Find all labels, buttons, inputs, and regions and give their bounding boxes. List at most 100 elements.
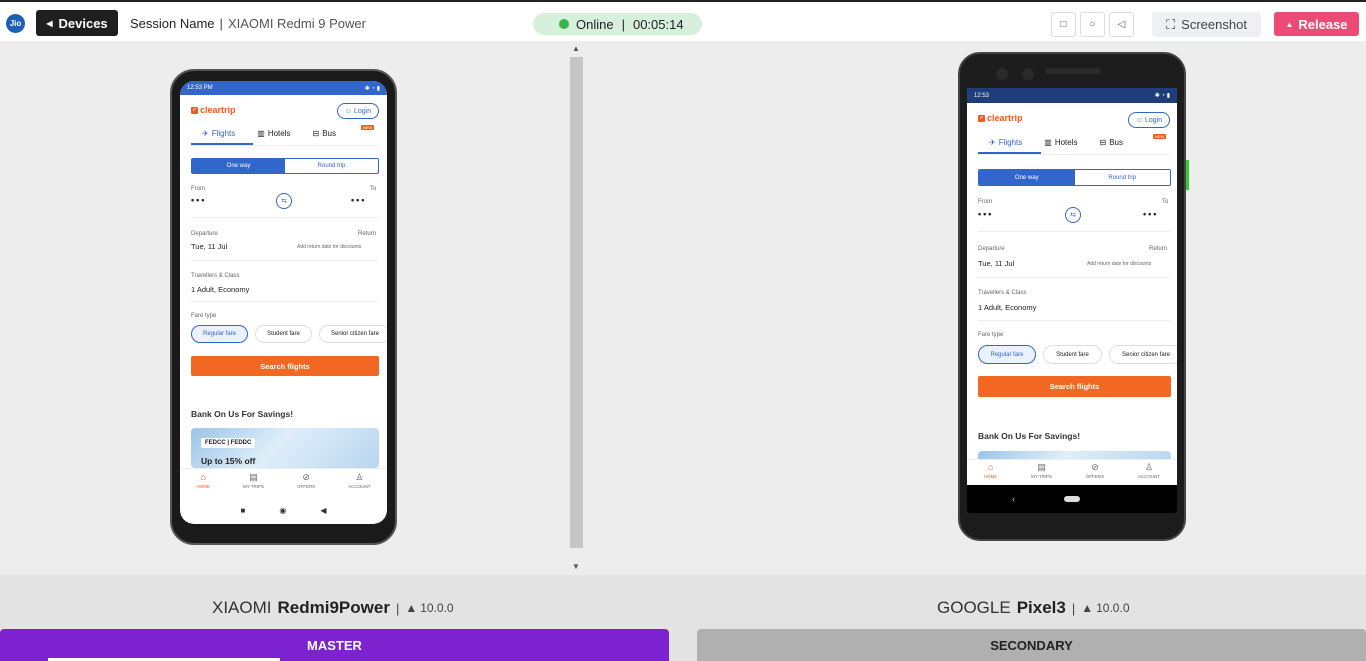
divider [191, 260, 378, 261]
return-hint[interactable]: Add return date for discounts [297, 244, 361, 250]
divider [978, 231, 1170, 232]
swap-icon[interactable]: ⇆ [1065, 207, 1081, 223]
phone-screen-pixel[interactable]: 12:53 ✱ ◔ ▮ ✓ cleartrip ☺ Login ✈ Flights ▥… [967, 88, 1177, 513]
round-trip-option[interactable]: Round trip [285, 159, 378, 173]
nav-offers[interactable]: ⊘ OFFERS [1086, 463, 1104, 486]
jio-logo: Jio [6, 14, 25, 33]
devices-button[interactable]: ◀ Devices [36, 10, 118, 36]
nav-account[interactable]: ♙ ACCOUNT [348, 473, 370, 496]
bottom-nav: ⌂ HOME ▤ MY TRIPS ⊘ OFFERS ♙ ACCOUNT [967, 459, 1177, 486]
os-version: ▲ 10.0.0 [405, 601, 453, 615]
one-way-option[interactable]: One way [192, 159, 285, 173]
circle-icon: ○ [1089, 19, 1096, 30]
scroll-down-icon[interactable]: ▼ [572, 562, 580, 571]
nav-offers-label: OFFERS [297, 484, 316, 489]
student-fare-chip[interactable]: Student fare [1043, 345, 1102, 364]
nav-offers[interactable]: ⊘ OFFERS [297, 473, 315, 496]
nav-offers-label: OFFERS [1085, 474, 1105, 479]
to-field[interactable]: ••• [1143, 209, 1158, 219]
home-button-icon[interactable]: ◉ [279, 506, 286, 515]
tab-bus-label: Bus [1109, 138, 1124, 147]
senior-citizen-fare-chip[interactable]: Senior citizen fare [319, 325, 387, 343]
round-trip-option[interactable]: Round trip [1075, 170, 1171, 185]
login-button[interactable]: ☺ Login [1128, 112, 1170, 128]
travellers-value[interactable]: 1 Adult, Economy [191, 285, 249, 294]
secondary-role-tab[interactable]: SECONDARY [697, 629, 1366, 661]
travellers-value[interactable]: 1 Adult, Economy [978, 303, 1036, 312]
return-label: Return [358, 231, 377, 237]
screenshot-button[interactable]: ⛶ Screenshot [1152, 12, 1261, 37]
tab-hotels[interactable]: ▥ Hotels [257, 129, 290, 138]
status-icons: ✱ ◔ ▮ [364, 85, 380, 92]
cleartrip-logo: ✓ cleartrip [978, 113, 1023, 123]
front-camera-icon [1022, 68, 1034, 80]
divider [191, 145, 378, 146]
from-field[interactable]: ••• [978, 209, 993, 219]
one-way-option[interactable]: One way [979, 170, 1075, 185]
hotel-icon: ▥ [257, 129, 265, 138]
login-button-label: Login [1145, 116, 1163, 124]
departure-date[interactable]: Tue, 11 Jul [191, 242, 227, 251]
divider [191, 301, 378, 302]
recents-icon[interactable]: ■ [241, 506, 246, 515]
regular-fare-chip[interactable]: Regular fare [978, 345, 1036, 364]
nav-home-label: HOME [983, 474, 998, 479]
student-fare-chip[interactable]: Student fare [255, 325, 312, 343]
tab-flights[interactable]: ✈ Flights [202, 129, 235, 138]
android-nav-bar: ■ ◉ ◀ [180, 501, 387, 519]
circle-home-button[interactable]: ○ [1080, 12, 1105, 37]
home-pill-icon[interactable] [1064, 496, 1080, 502]
login-button[interactable]: ☺ Login [337, 103, 379, 119]
os-version: ▲ 10.0.0 [1081, 601, 1129, 615]
triangle-back-button[interactable]: ◁ [1109, 12, 1134, 37]
status-time: 12:53 [974, 92, 990, 99]
tab-bus[interactable]: ⊟ Bus [1100, 138, 1124, 147]
cleartrip-logo: ✓ cleartrip [191, 105, 236, 115]
senior-citizen-fare-chip[interactable]: Senior citizen fare [1109, 345, 1177, 364]
swap-icon[interactable]: ⇆ [276, 193, 292, 209]
back-arrow-icon: ◀ [46, 18, 53, 28]
nav-account[interactable]: ♙ ACCOUNT [1138, 463, 1160, 486]
square-overview-button[interactable]: □ [1051, 12, 1076, 37]
scroll-up-icon[interactable]: ▲ [572, 44, 580, 53]
android-icon: ▲ [1081, 601, 1094, 615]
panel-splitter[interactable] [570, 57, 583, 548]
master-role-tab[interactable]: MASTER [0, 629, 669, 661]
tab-hotels[interactable]: ▥ Hotels [1044, 138, 1077, 147]
devices-button-label: Devices [58, 15, 108, 31]
to-field[interactable]: ••• [351, 195, 366, 205]
offer-banner[interactable]: FEDCC | FEDDC Up to 15% off [191, 428, 379, 468]
nav-home[interactable]: ⌂ HOME [196, 473, 210, 496]
device-brand: GOOGLE [937, 598, 1011, 617]
from-field[interactable]: ••• [191, 195, 206, 205]
front-camera-icon [996, 68, 1008, 80]
nav-home[interactable]: ⌂ HOME [984, 463, 998, 486]
phone-screen-xiaomi[interactable]: 12:53 PM ✱ ◔ ▮ ✓ cleartrip ☺ Login ✈ Flight… [180, 81, 387, 524]
android-icon: ▲ [405, 601, 418, 615]
departure-date[interactable]: Tue, 11 Jul [978, 259, 1014, 268]
bank-offers-heading: Bank On Us For Savings! [191, 409, 294, 419]
divider [191, 217, 378, 218]
search-flights-button[interactable]: Search flights [978, 376, 1171, 397]
regular-fare-chip[interactable]: Regular fare [191, 325, 248, 343]
offers-icon: ⊘ [1091, 462, 1099, 472]
tab-bus[interactable]: ⊟ Bus [313, 129, 337, 138]
phone-xiaomi: 12:53 PM ✱ ◔ ▮ ✓ cleartrip ☺ Login ✈ Flight… [170, 69, 397, 545]
bank-offers-heading: Bank On Us For Savings! [978, 431, 1081, 441]
banner-offer: Up to 15% off [201, 456, 256, 466]
nav-my-trips-label: MY TRIPS [242, 484, 265, 489]
screenshot-label: Screenshot [1181, 17, 1247, 32]
trip-type-toggle: One way Round trip [978, 169, 1171, 186]
back-icon[interactable]: ‹ [1012, 494, 1015, 504]
release-button[interactable]: ▲ Release [1274, 12, 1359, 36]
return-hint[interactable]: Add return date for discounts [1087, 261, 1151, 267]
tab-flights[interactable]: ✈ Flights [989, 138, 1022, 147]
session-name: Session Name | XIAOMI Redmi 9 Power [130, 16, 366, 31]
nav-my-trips[interactable]: ▤ MY TRIPS [1031, 463, 1052, 486]
back-icon[interactable]: ◀ [320, 506, 326, 515]
scroll-indicator [1186, 160, 1189, 190]
nav-my-trips[interactable]: ▤ MY TRIPS [243, 473, 264, 496]
status-icons: ✱ ◔ ▮ [1154, 93, 1170, 99]
search-flights-button[interactable]: Search flights [191, 356, 379, 376]
departure-label: Departure [191, 231, 218, 237]
